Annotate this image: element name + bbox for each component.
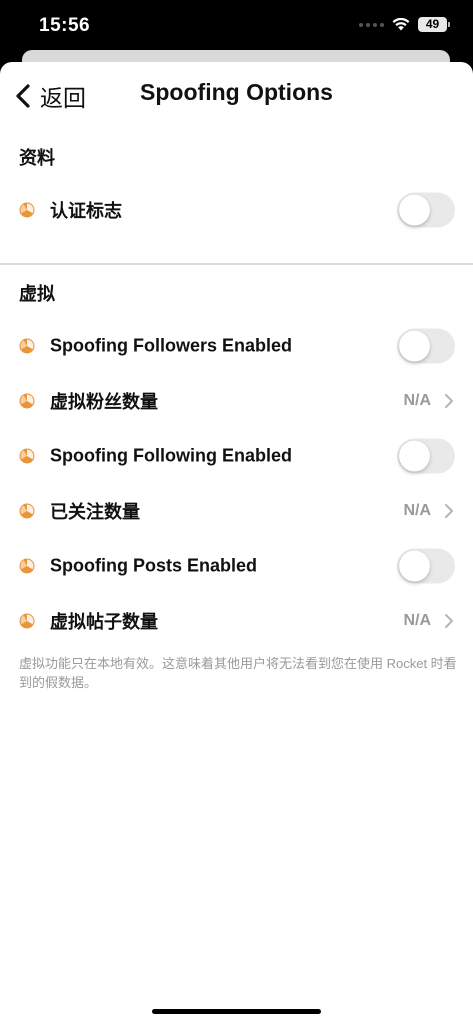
row-following-count[interactable]: 已关注数量 N/A [0, 483, 473, 538]
chevron-right-icon [444, 503, 454, 519]
toggle-knob [399, 550, 430, 581]
row-value: N/A [403, 501, 431, 519]
status-time: 15:56 [39, 15, 91, 36]
battery-icon: 49 [418, 17, 450, 32]
cellular-signal-icon [359, 22, 384, 27]
status-bar: 15:56 49 [0, 0, 473, 50]
rocket-logo-icon [19, 393, 35, 409]
row-label: Spoofing Following Enabled [50, 445, 292, 465]
wifi-icon [392, 18, 410, 31]
row-spoof-follower-count[interactable]: 虚拟粉丝数量 N/A [0, 373, 473, 428]
spoofing-options-sheet: 返回 Spoofing Options 资料 认证标志 虚拟 Spoofing … [0, 62, 473, 1024]
row-label: 虚拟粉丝数量 [50, 391, 158, 412]
row-value: N/A [403, 391, 431, 409]
chevron-right-icon [444, 613, 454, 629]
rocket-logo-icon [19, 338, 35, 354]
row-label: Spoofing Followers Enabled [50, 335, 293, 355]
divider [0, 263, 473, 265]
home-indicator[interactable] [152, 1009, 321, 1014]
row-spoofing-following-enabled: Spoofing Following Enabled [0, 428, 473, 483]
page-title: Spoofing Options [140, 79, 333, 105]
rocket-logo-icon [19, 202, 35, 218]
spoofing-followers-toggle[interactable] [397, 328, 455, 363]
spoofing-posts-toggle[interactable] [397, 548, 455, 583]
toggle-knob [399, 330, 430, 361]
row-label: 认证标志 [50, 200, 122, 221]
row-spoofing-followers-enabled: Spoofing Followers Enabled [0, 318, 473, 373]
row-label: Spoofing Posts Enabled [50, 555, 258, 575]
chevron-right-icon [444, 393, 454, 409]
toggle-knob [399, 440, 430, 471]
toggle-knob [399, 194, 430, 225]
row-label: 已关注数量 [50, 501, 140, 522]
row-spoofing-posts-enabled: Spoofing Posts Enabled [0, 538, 473, 593]
navigation-bar: 返回 Spoofing Options [0, 62, 473, 124]
row-label: 虚拟帖子数量 [50, 611, 158, 632]
section-header-spoof: 虚拟 [19, 284, 55, 304]
row-spoof-post-count[interactable]: 虚拟帖子数量 N/A [0, 593, 473, 648]
rocket-logo-icon [19, 503, 35, 519]
row-value: N/A [403, 611, 431, 629]
status-indicators: 49 [359, 17, 450, 32]
row-verified-badge: 认证标志 [0, 182, 473, 237]
rocket-logo-icon [19, 558, 35, 574]
section-header-profile: 资料 [19, 148, 55, 168]
verified-badge-toggle[interactable] [397, 192, 455, 227]
footer-note: 虚拟功能只在本地有效。这意味着其他用户将无法看到您在使用 Rocket 时看到的… [19, 656, 457, 690]
rocket-logo-icon [19, 613, 35, 629]
rocket-logo-icon [19, 448, 35, 464]
spoofing-following-toggle[interactable] [397, 438, 455, 473]
